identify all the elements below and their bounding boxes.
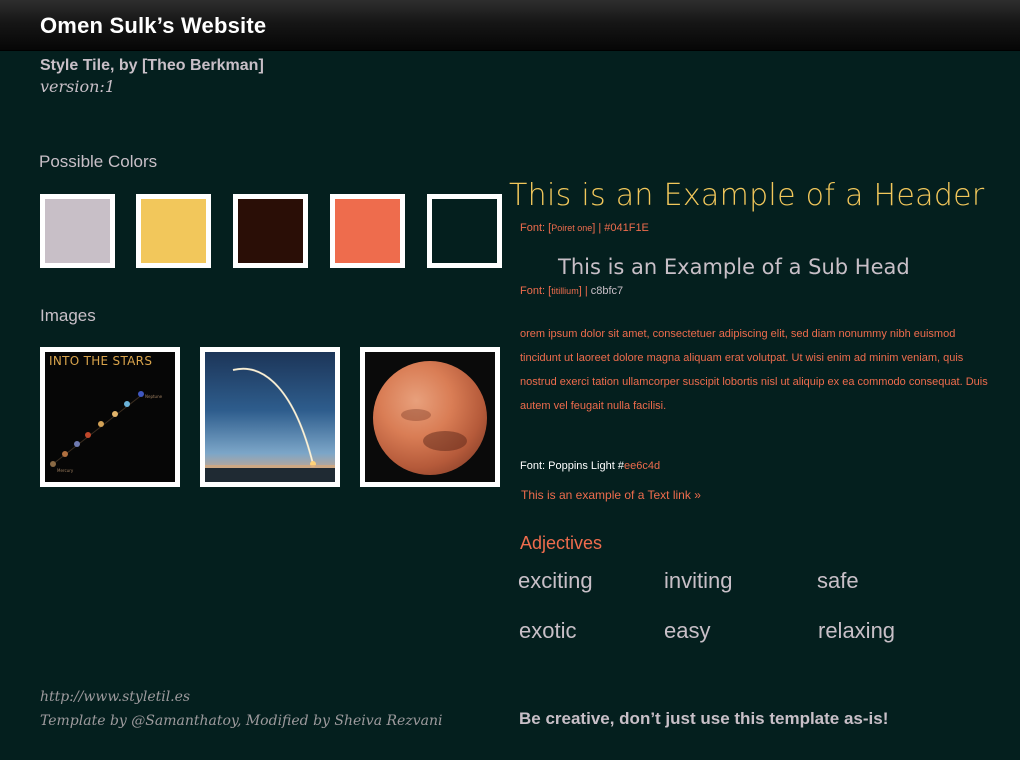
mars-planet-shape: [373, 361, 487, 475]
style-tile-author: Style Tile, by [Theo Berkman]: [40, 57, 264, 74]
color-swatch-3: [233, 194, 308, 268]
adjective-word: relaxing: [818, 618, 896, 643]
header-bar: Omen Sulk’s Website: [0, 0, 1020, 51]
adjective-word: safe: [817, 568, 859, 593]
mars-photo: [365, 352, 495, 482]
header-font-note: Font: [Poiret one] | #041F1E: [520, 222, 649, 234]
font-separator: ] |: [578, 285, 591, 297]
adjective-word: inviting: [664, 568, 733, 593]
font-prefix: Font: [: [520, 285, 552, 297]
font-separator: ] |: [592, 222, 605, 234]
svg-text:Neptune: Neptune: [145, 394, 163, 399]
site-title: Omen Sulk’s Website: [40, 13, 267, 38]
images-heading: Images: [40, 306, 96, 325]
font-color-code: #041F1E: [604, 222, 649, 234]
image-rocket-launch: [200, 347, 340, 487]
planet-orbit-diagram: Mercury Neptune: [50, 391, 163, 473]
adjective-word: exotic: [519, 618, 577, 643]
color-swatch-4: [330, 194, 405, 268]
image-mars: [360, 347, 500, 487]
body-font-note: Font: Poppins Light #ee6c4d: [520, 460, 660, 472]
adjective-word: easy: [664, 618, 711, 643]
swatch-fill: [432, 199, 497, 263]
swatch-fill: [45, 199, 110, 263]
color-swatch-2: [136, 194, 211, 268]
mars-surface-marking: [423, 431, 467, 451]
adjective-word: exciting: [518, 568, 593, 593]
rocket-launch-photo: [205, 352, 335, 482]
font-color-code: c8bfc7: [590, 285, 624, 297]
launch-trail: [205, 367, 335, 482]
color-swatch-1: [40, 194, 115, 268]
font-name: titillium: [551, 286, 579, 296]
font-color-code: ee6c4d: [623, 460, 661, 472]
subhead-example: This is an Example of a Sub Head: [558, 255, 910, 279]
colors-heading: Possible Colors: [39, 152, 158, 171]
example-text-link[interactable]: This is an example of a Text link »: [521, 488, 701, 502]
template-credit: Template by @Samanthatoy, Modified by Sh…: [40, 713, 443, 729]
version-label: version:1: [40, 77, 115, 96]
swatch-fill: [238, 199, 303, 263]
font-prefix: Font: Poppins Light #: [520, 460, 624, 472]
adjectives-heading: Adjectives: [520, 533, 603, 553]
header-example: This is an Example of a Header: [509, 178, 985, 213]
font-prefix: Font: [: [520, 222, 552, 234]
font-name: Poiret one: [551, 223, 593, 233]
mars-surface-marking: [401, 409, 431, 421]
into-the-stars-artwork: INTO THE STARS Mercury Neptune: [45, 352, 175, 482]
body-text-sample: orem ipsum dolor sit amet, consectetuer …: [520, 328, 988, 412]
styletile-url[interactable]: http://www.styletil.es: [40, 689, 190, 705]
swatch-fill: [335, 199, 400, 263]
image-into-the-stars: INTO THE STARS Mercury Neptune: [40, 347, 180, 487]
svg-text:Mercury: Mercury: [57, 468, 74, 473]
color-swatch-5: [427, 194, 502, 268]
swatch-fill: [141, 199, 206, 263]
subhead-font-note: Font: [titillium] | c8bfc7: [520, 285, 623, 297]
tagline: Be creative, don’t just use this templat…: [519, 709, 889, 728]
